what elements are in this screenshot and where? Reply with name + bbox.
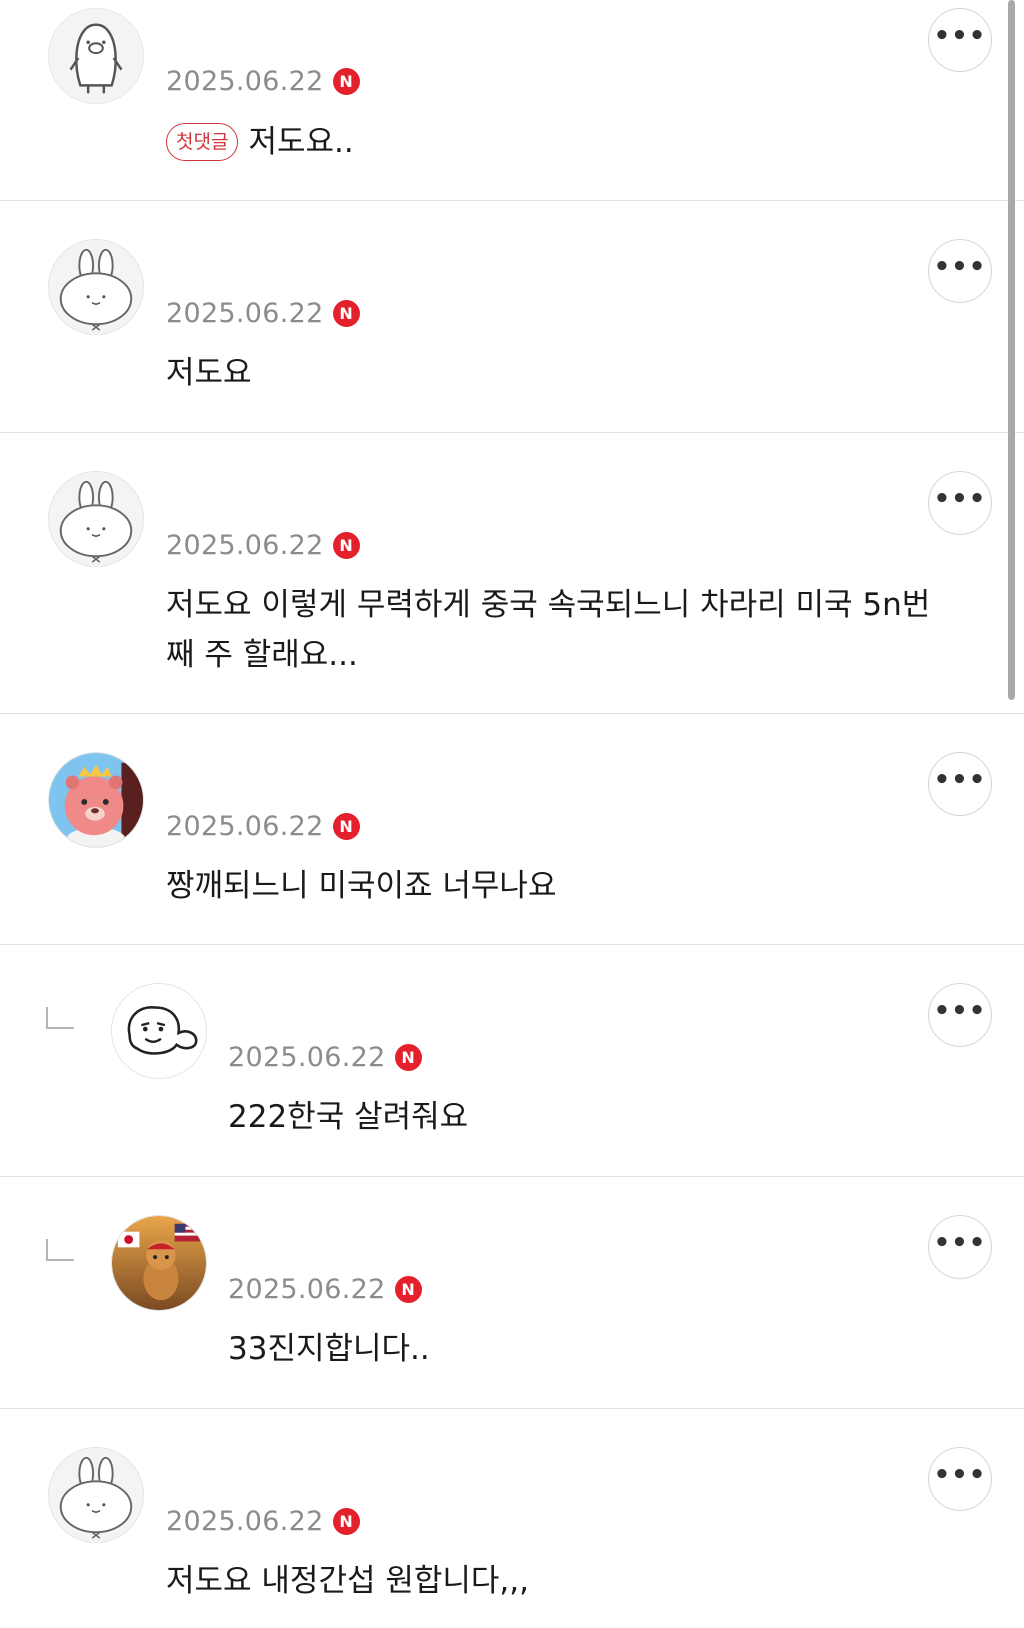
more-options-button[interactable]: ••• <box>928 752 992 816</box>
avatar[interactable] <box>111 983 207 1079</box>
first-comment-badge: 첫댓글 <box>166 123 239 161</box>
more-options-button[interactable]: ••• <box>928 1215 992 1279</box>
comment-text: 짱깨되느니 미국이죠 너무나요 <box>166 868 557 904</box>
comment-meta: 2025.06.22 N <box>166 1504 360 1538</box>
more-options-button[interactable]: ••• <box>928 239 992 303</box>
more-options-button[interactable]: ••• <box>928 471 992 535</box>
rabbit-avatar-icon <box>49 472 143 566</box>
more-options-button[interactable]: ••• <box>928 1447 992 1511</box>
more-options-button[interactable]: ••• <box>928 983 992 1047</box>
comment-body: 첫댓글 저도요.. <box>166 117 354 167</box>
comment-date: 2025.06.22 <box>166 1505 324 1537</box>
comment-item: 2025.06.22 N 짱깨되느니 미국이죠 너무나요 ••• <box>0 714 1024 945</box>
beaver-avatar-icon <box>49 753 143 847</box>
comment-item: 2025.06.22 N 첫댓글 저도요.. ••• <box>0 0 1024 201</box>
comment-text: 저도요 내정간섭 원합니다,,, <box>166 1563 529 1599</box>
avatar[interactable] <box>48 471 144 567</box>
cat-with-flags-avatar-icon <box>112 1216 206 1310</box>
rabbit-avatar-icon <box>49 1448 143 1542</box>
comment-text: 저도요.. <box>248 124 354 160</box>
comment-meta: 2025.06.22 N <box>228 1040 422 1074</box>
new-badge-icon: N <box>394 1275 422 1303</box>
comment-text: 저도요 <box>166 355 252 391</box>
new-badge-icon: N <box>332 299 360 327</box>
comment-item: 2025.06.22 N 저도요 이렇게 무력하게 중국 속국되느니 차라리 미… <box>0 433 1024 714</box>
comment-body: 저도요 <box>166 348 252 398</box>
more-options-button[interactable]: ••• <box>928 8 992 72</box>
comment-body: 짱깨되느니 미국이죠 너무나요 <box>166 861 556 911</box>
comment-body: 저도요 이렇게 무력하게 중국 속국되느니 차라리 미국 5n번째 주 할래요.… <box>166 580 946 680</box>
comment-meta: 2025.06.22 N <box>228 1272 422 1306</box>
comment-date: 2025.06.22 <box>166 65 324 97</box>
rabbit-avatar-icon <box>49 240 143 334</box>
avatar[interactable] <box>48 1447 144 1543</box>
doodle-avatar-icon <box>112 984 206 1078</box>
comment-meta: 2025.06.22 N <box>166 64 360 98</box>
comment-item: 2025.06.22 N 저도요 내정간섭 원합니다,,, ••• <box>0 1409 1024 1628</box>
comment-date: 2025.06.22 <box>228 1273 386 1305</box>
avatar[interactable] <box>111 1215 207 1311</box>
comment-text: 저도요 이렇게 무력하게 중국 속국되느니 차라리 미국 5n번째 주 할래요.… <box>166 587 931 673</box>
comment-body: 33진지합니다.. <box>228 1324 430 1374</box>
comment-text: 33진지합니다.. <box>228 1331 430 1367</box>
comment-date: 2025.06.22 <box>228 1041 386 1073</box>
reply-indicator-icon <box>46 1239 74 1261</box>
comment-text: 222한국 살려줘요 <box>228 1099 469 1135</box>
comment-list: 2025.06.22 N 첫댓글 저도요.. ••• 2025.06.22 N <box>0 0 1024 1628</box>
new-badge-icon: N <box>332 812 360 840</box>
comment-date: 2025.06.22 <box>166 297 324 329</box>
avatar[interactable] <box>48 752 144 848</box>
new-badge-icon: N <box>332 531 360 559</box>
comment-meta: 2025.06.22 N <box>166 528 360 562</box>
comment-item: 2025.06.22 N 저도요 ••• <box>0 201 1024 433</box>
new-badge-icon: N <box>332 1507 360 1535</box>
penguin-avatar-icon <box>49 9 143 103</box>
comment-date: 2025.06.22 <box>166 529 324 561</box>
new-badge-icon: N <box>332 67 360 95</box>
avatar[interactable] <box>48 8 144 104</box>
new-badge-icon: N <box>394 1043 422 1071</box>
comment-body: 저도요 내정간섭 원합니다,,, <box>166 1556 529 1606</box>
avatar[interactable] <box>48 239 144 335</box>
reply-indicator-icon <box>46 1007 74 1029</box>
reply-item: 2025.06.22 N 33진지합니다.. ••• <box>0 1177 1024 1409</box>
comment-body: 222한국 살려줘요 <box>228 1092 468 1142</box>
comment-date: 2025.06.22 <box>166 810 324 842</box>
comment-meta: 2025.06.22 N <box>166 296 360 330</box>
reply-item: 2025.06.22 N 222한국 살려줘요 ••• <box>0 945 1024 1177</box>
scrollbar[interactable] <box>1008 0 1015 700</box>
comment-meta: 2025.06.22 N <box>166 809 360 843</box>
